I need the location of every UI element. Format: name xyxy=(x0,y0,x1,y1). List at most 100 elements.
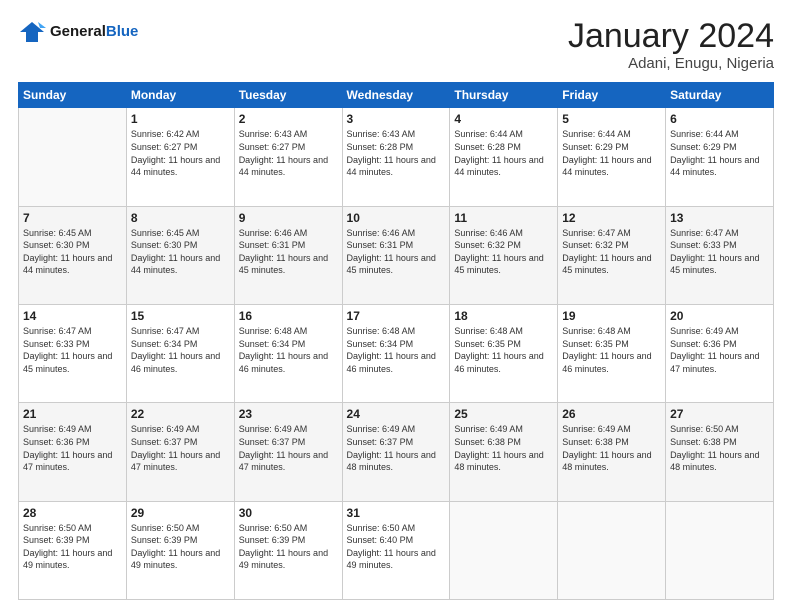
daylight-text: Daylight: 11 hours and 48 minutes. xyxy=(454,450,543,473)
cell-info: Sunrise: 6:49 AM Sunset: 6:37 PM Dayligh… xyxy=(131,423,230,473)
cell-info: Sunrise: 6:47 AM Sunset: 6:32 PM Dayligh… xyxy=(562,227,661,277)
cell-info: Sunrise: 6:43 AM Sunset: 6:27 PM Dayligh… xyxy=(239,128,338,178)
calendar-cell: 20 Sunrise: 6:49 AM Sunset: 6:36 PM Dayl… xyxy=(666,305,774,403)
calendar-table: SundayMondayTuesdayWednesdayThursdayFrid… xyxy=(18,82,774,600)
daylight-text: Daylight: 11 hours and 44 minutes. xyxy=(562,155,651,178)
calendar-cell: 25 Sunrise: 6:49 AM Sunset: 6:38 PM Dayl… xyxy=(450,403,558,501)
daylight-text: Daylight: 11 hours and 44 minutes. xyxy=(23,253,112,276)
daylight-text: Daylight: 11 hours and 45 minutes. xyxy=(347,253,436,276)
calendar-cell: 1 Sunrise: 6:42 AM Sunset: 6:27 PM Dayli… xyxy=(126,108,234,206)
daylight-text: Daylight: 11 hours and 45 minutes. xyxy=(454,253,543,276)
calendar-cell: 2 Sunrise: 6:43 AM Sunset: 6:27 PM Dayli… xyxy=(234,108,342,206)
daylight-text: Daylight: 11 hours and 45 minutes. xyxy=(670,253,759,276)
calendar-cell: 17 Sunrise: 6:48 AM Sunset: 6:34 PM Dayl… xyxy=(342,305,450,403)
daylight-text: Daylight: 11 hours and 47 minutes. xyxy=(131,450,220,473)
sunrise-text: Sunrise: 6:47 AM xyxy=(23,326,92,336)
sunset-text: Sunset: 6:30 PM xyxy=(131,240,198,250)
daylight-text: Daylight: 11 hours and 46 minutes. xyxy=(239,351,328,374)
day-number: 22 xyxy=(131,407,230,421)
cell-info: Sunrise: 6:45 AM Sunset: 6:30 PM Dayligh… xyxy=(23,227,122,277)
calendar-cell: 13 Sunrise: 6:47 AM Sunset: 6:33 PM Dayl… xyxy=(666,206,774,304)
daylight-text: Daylight: 11 hours and 44 minutes. xyxy=(131,253,220,276)
day-number: 3 xyxy=(347,112,446,126)
cell-info: Sunrise: 6:46 AM Sunset: 6:31 PM Dayligh… xyxy=(239,227,338,277)
daylight-text: Daylight: 11 hours and 44 minutes. xyxy=(670,155,759,178)
sunset-text: Sunset: 6:30 PM xyxy=(23,240,90,250)
cell-info: Sunrise: 6:47 AM Sunset: 6:34 PM Dayligh… xyxy=(131,325,230,375)
daylight-text: Daylight: 11 hours and 47 minutes. xyxy=(23,450,112,473)
sunrise-text: Sunrise: 6:42 AM xyxy=(131,129,200,139)
day-number: 13 xyxy=(670,211,769,225)
calendar-week-row: 28 Sunrise: 6:50 AM Sunset: 6:39 PM Dayl… xyxy=(19,501,774,599)
sunrise-text: Sunrise: 6:48 AM xyxy=(347,326,416,336)
cell-info: Sunrise: 6:48 AM Sunset: 6:34 PM Dayligh… xyxy=(347,325,446,375)
cell-info: Sunrise: 6:50 AM Sunset: 6:40 PM Dayligh… xyxy=(347,522,446,572)
sunset-text: Sunset: 6:38 PM xyxy=(562,437,629,447)
sunset-text: Sunset: 6:32 PM xyxy=(562,240,629,250)
sunrise-text: Sunrise: 6:47 AM xyxy=(670,228,739,238)
calendar-cell: 27 Sunrise: 6:50 AM Sunset: 6:38 PM Dayl… xyxy=(666,403,774,501)
sunrise-text: Sunrise: 6:48 AM xyxy=(562,326,631,336)
daylight-text: Daylight: 11 hours and 46 minutes. xyxy=(131,351,220,374)
sunrise-text: Sunrise: 6:46 AM xyxy=(454,228,523,238)
calendar-cell: 8 Sunrise: 6:45 AM Sunset: 6:30 PM Dayli… xyxy=(126,206,234,304)
daylight-text: Daylight: 11 hours and 47 minutes. xyxy=(670,351,759,374)
header: GeneralBlue January 2024 Adani, Enugu, N… xyxy=(18,18,774,72)
cell-info: Sunrise: 6:44 AM Sunset: 6:29 PM Dayligh… xyxy=(670,128,769,178)
sunrise-text: Sunrise: 6:47 AM xyxy=(562,228,631,238)
sunset-text: Sunset: 6:39 PM xyxy=(239,535,306,545)
cell-info: Sunrise: 6:42 AM Sunset: 6:27 PM Dayligh… xyxy=(131,128,230,178)
sunset-text: Sunset: 6:28 PM xyxy=(347,142,414,152)
title-area: January 2024 Adani, Enugu, Nigeria xyxy=(568,18,774,72)
daylight-text: Daylight: 11 hours and 46 minutes. xyxy=(562,351,651,374)
day-number: 1 xyxy=(131,112,230,126)
cell-info: Sunrise: 6:49 AM Sunset: 6:38 PM Dayligh… xyxy=(562,423,661,473)
sunrise-text: Sunrise: 6:50 AM xyxy=(239,523,308,533)
sunrise-text: Sunrise: 6:49 AM xyxy=(670,326,739,336)
calendar-cell: 12 Sunrise: 6:47 AM Sunset: 6:32 PM Dayl… xyxy=(558,206,666,304)
sunrise-text: Sunrise: 6:50 AM xyxy=(131,523,200,533)
calendar-cell: 4 Sunrise: 6:44 AM Sunset: 6:28 PM Dayli… xyxy=(450,108,558,206)
calendar-week-row: 7 Sunrise: 6:45 AM Sunset: 6:30 PM Dayli… xyxy=(19,206,774,304)
sunset-text: Sunset: 6:40 PM xyxy=(347,535,414,545)
daylight-text: Daylight: 11 hours and 47 minutes. xyxy=(239,450,328,473)
cell-info: Sunrise: 6:47 AM Sunset: 6:33 PM Dayligh… xyxy=(670,227,769,277)
day-number: 8 xyxy=(131,211,230,225)
sunset-text: Sunset: 6:33 PM xyxy=(23,339,90,349)
sunset-text: Sunset: 6:27 PM xyxy=(131,142,198,152)
sunrise-text: Sunrise: 6:49 AM xyxy=(454,424,523,434)
page: GeneralBlue January 2024 Adani, Enugu, N… xyxy=(0,0,792,612)
cell-info: Sunrise: 6:43 AM Sunset: 6:28 PM Dayligh… xyxy=(347,128,446,178)
calendar-cell: 19 Sunrise: 6:48 AM Sunset: 6:35 PM Dayl… xyxy=(558,305,666,403)
weekday-header: Thursday xyxy=(450,83,558,108)
calendar-cell: 30 Sunrise: 6:50 AM Sunset: 6:39 PM Dayl… xyxy=(234,501,342,599)
calendar-cell: 15 Sunrise: 6:47 AM Sunset: 6:34 PM Dayl… xyxy=(126,305,234,403)
sunset-text: Sunset: 6:35 PM xyxy=(454,339,521,349)
sunset-text: Sunset: 6:33 PM xyxy=(670,240,737,250)
daylight-text: Daylight: 11 hours and 49 minutes. xyxy=(347,548,436,571)
cell-info: Sunrise: 6:49 AM Sunset: 6:36 PM Dayligh… xyxy=(23,423,122,473)
sunrise-text: Sunrise: 6:48 AM xyxy=(239,326,308,336)
sunrise-text: Sunrise: 6:50 AM xyxy=(347,523,416,533)
sunset-text: Sunset: 6:36 PM xyxy=(23,437,90,447)
sunrise-text: Sunrise: 6:43 AM xyxy=(239,129,308,139)
calendar-cell: 28 Sunrise: 6:50 AM Sunset: 6:39 PM Dayl… xyxy=(19,501,127,599)
sunset-text: Sunset: 6:34 PM xyxy=(239,339,306,349)
sunrise-text: Sunrise: 6:49 AM xyxy=(23,424,92,434)
day-number: 6 xyxy=(670,112,769,126)
day-number: 2 xyxy=(239,112,338,126)
calendar-cell: 29 Sunrise: 6:50 AM Sunset: 6:39 PM Dayl… xyxy=(126,501,234,599)
day-number: 25 xyxy=(454,407,553,421)
day-number: 29 xyxy=(131,506,230,520)
sunset-text: Sunset: 6:29 PM xyxy=(670,142,737,152)
calendar-cell: 16 Sunrise: 6:48 AM Sunset: 6:34 PM Dayl… xyxy=(234,305,342,403)
sunset-text: Sunset: 6:38 PM xyxy=(670,437,737,447)
sunrise-text: Sunrise: 6:46 AM xyxy=(239,228,308,238)
cell-info: Sunrise: 6:49 AM Sunset: 6:36 PM Dayligh… xyxy=(670,325,769,375)
calendar-cell: 26 Sunrise: 6:49 AM Sunset: 6:38 PM Dayl… xyxy=(558,403,666,501)
cell-info: Sunrise: 6:50 AM Sunset: 6:39 PM Dayligh… xyxy=(239,522,338,572)
weekday-header: Friday xyxy=(558,83,666,108)
sunrise-text: Sunrise: 6:44 AM xyxy=(454,129,523,139)
calendar-cell: 23 Sunrise: 6:49 AM Sunset: 6:37 PM Dayl… xyxy=(234,403,342,501)
daylight-text: Daylight: 11 hours and 49 minutes. xyxy=(239,548,328,571)
